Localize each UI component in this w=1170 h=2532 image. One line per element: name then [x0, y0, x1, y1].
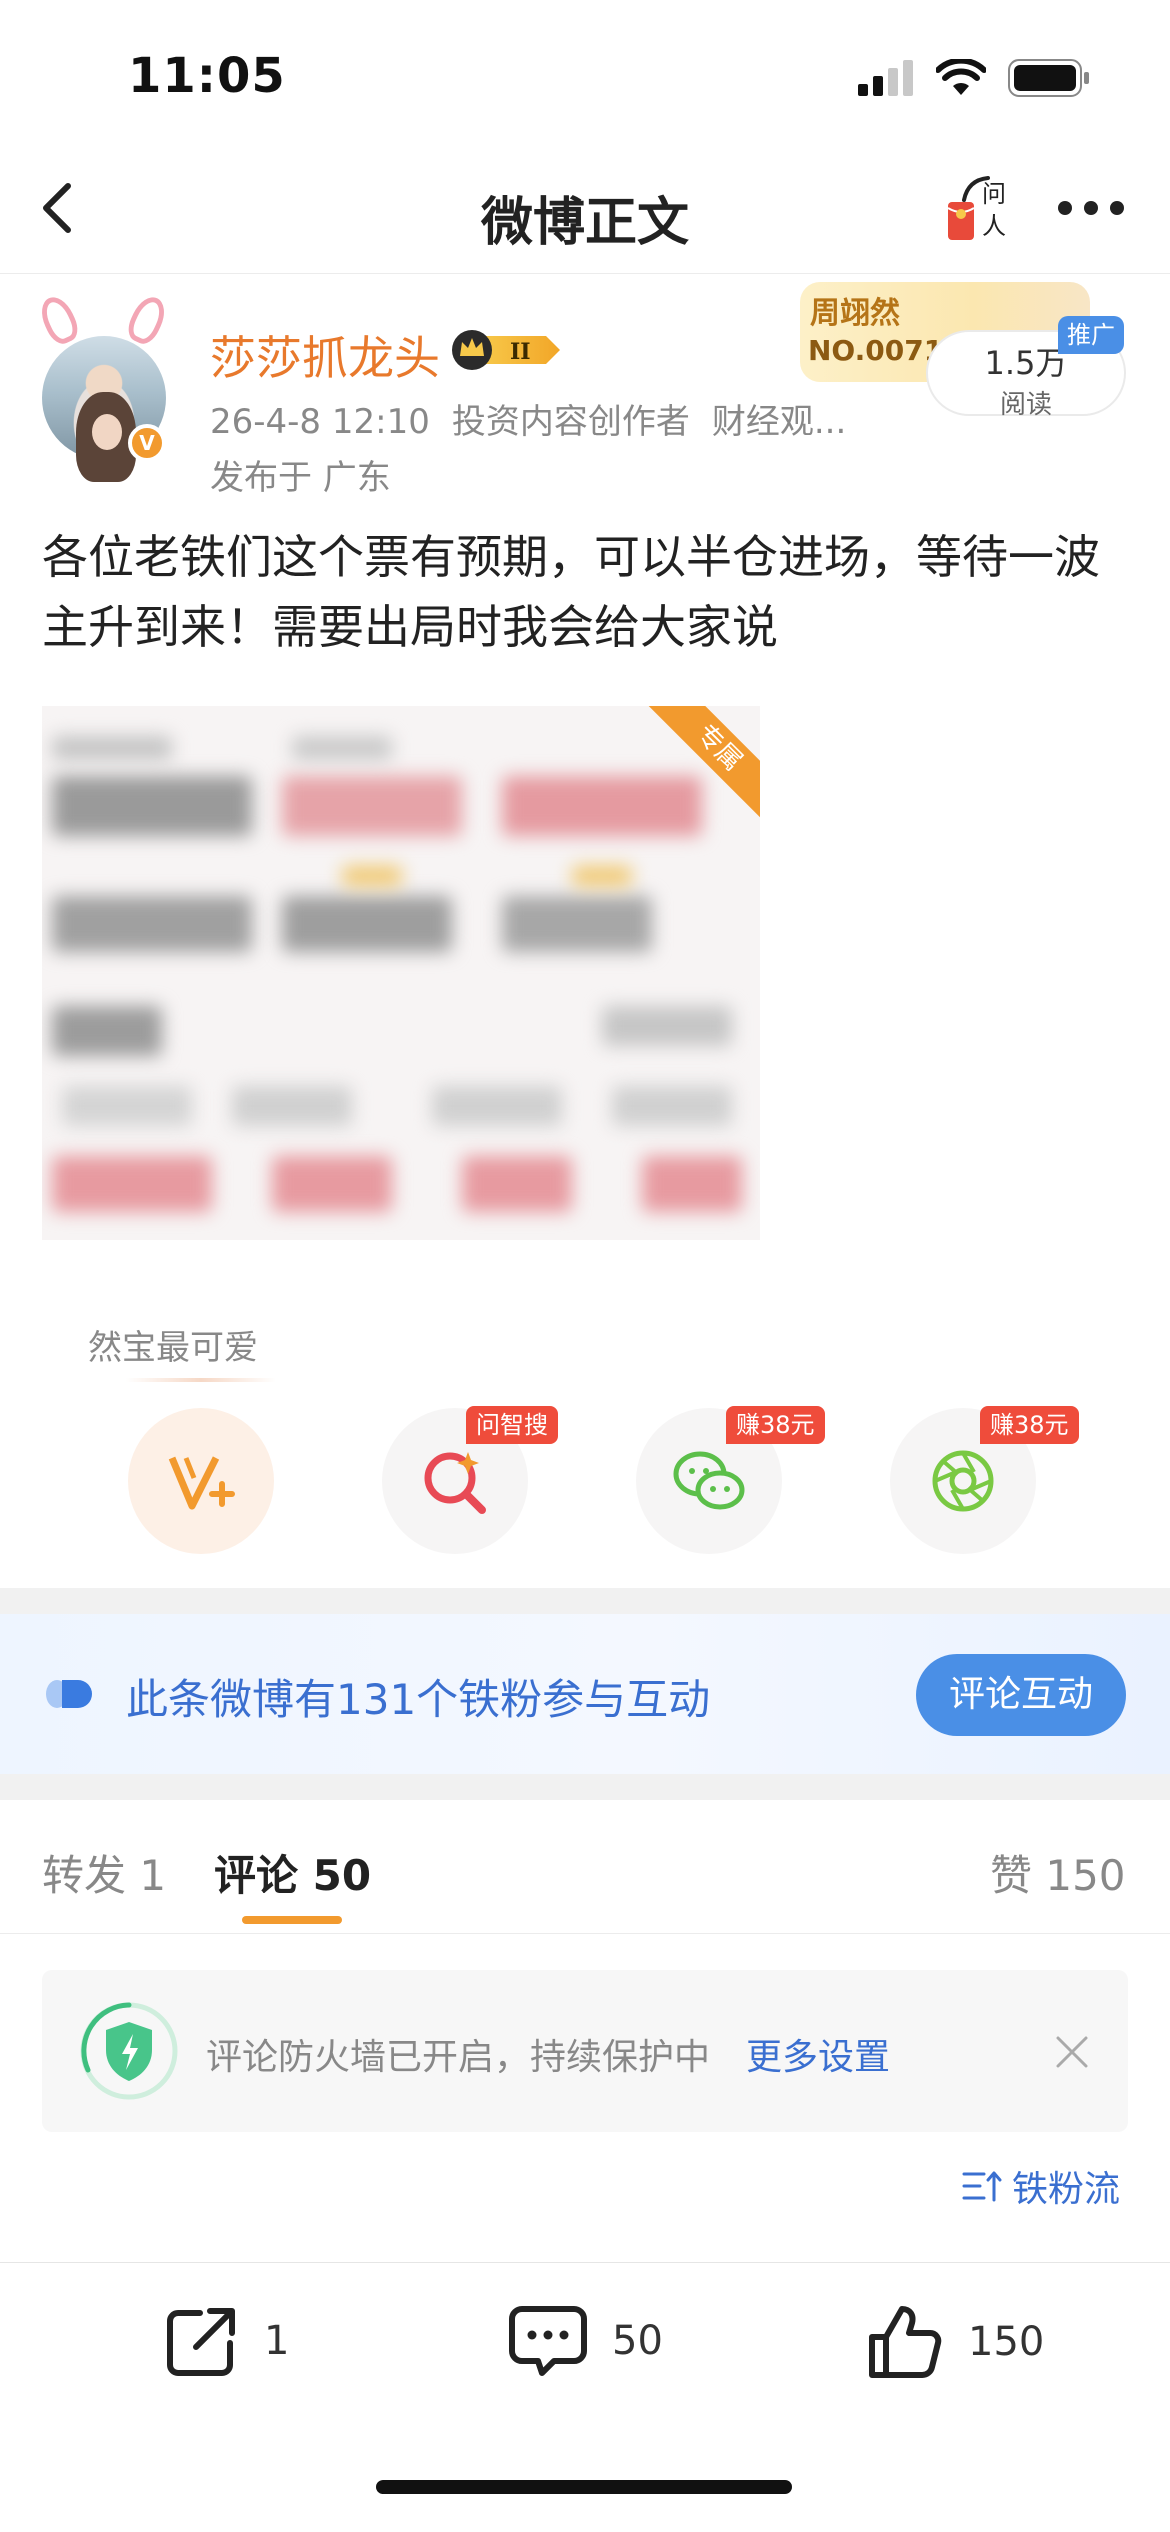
- post-location: 发布于 广东: [210, 458, 391, 498]
- tab-comments[interactable]: 评论 50: [214, 1842, 371, 1903]
- share-moments-button[interactable]: 赚38元: [890, 1406, 1079, 1554]
- home-indicator[interactable]: [376, 2480, 792, 2494]
- tab-repost[interactable]: 转发 1: [42, 1842, 166, 1903]
- ai-search-tag: 问智搜: [466, 1406, 558, 1444]
- comment-interact-button[interactable]: 评论互动: [916, 1654, 1126, 1736]
- username[interactable]: 莎莎抓龙头: [210, 322, 440, 388]
- svg-text:问: 问: [982, 180, 1006, 208]
- comment-icon: [509, 2306, 587, 2376]
- shield-icon: [80, 2002, 178, 2100]
- wifi-icon: [936, 59, 986, 95]
- verified-icon: V: [128, 424, 166, 462]
- moments-reward-tag: 赚38元: [980, 1406, 1079, 1444]
- moments-icon: [932, 1450, 994, 1512]
- read-label: 阅读: [999, 390, 1052, 420]
- share-wechat-button[interactable]: 赚38元: [636, 1406, 825, 1554]
- more-icon[interactable]: [1058, 196, 1124, 220]
- status-icons: [858, 58, 1090, 98]
- post-header: V 莎莎抓龙头 II 26-4-8 12:10 投资内容创作者 财经观... 发布于…: [0, 274, 1170, 498]
- post-meta: 26-4-8 12:10 投资内容创作者 财经观...: [210, 394, 868, 443]
- avatar[interactable]: V: [35, 291, 171, 482]
- like-icon: [869, 2306, 942, 2378]
- avatar-frame-ear-left: [35, 291, 83, 349]
- like-count: 150: [968, 2319, 1045, 2365]
- ask-person-icon[interactable]: 问 人: [944, 172, 1020, 248]
- post-image[interactable]: 专属: [42, 706, 760, 1240]
- status-bar: 11:05: [0, 0, 1170, 150]
- sort-toggle[interactable]: 铁粉流: [962, 2160, 1120, 2212]
- more-settings-link[interactable]: 更多设置: [746, 2028, 890, 2080]
- firewall-text: 评论防火墙已开启，持续保护中: [206, 2037, 711, 2078]
- ai-search-icon: [424, 1452, 486, 1514]
- level-crown-icon: II: [452, 330, 560, 370]
- tab-likes[interactable]: 赞 150: [990, 1842, 1126, 1903]
- comment-count: 50: [612, 2318, 663, 2364]
- post-time: 26-4-8 12:10: [210, 402, 430, 442]
- wechat-reward-tag: 赚38元: [726, 1406, 825, 1444]
- fan-card-name: 周翊然: [810, 296, 900, 331]
- comment-button[interactable]: 50: [508, 2303, 663, 2379]
- battery-icon: [1008, 59, 1089, 97]
- post-text: 各位老铁们这个票有预期，可以半仓进场，等待一波主升到来！需要出局时我会给大家说: [42, 530, 1100, 654]
- repost-count: 1: [264, 2318, 290, 2364]
- author-category: 财经观...: [711, 402, 847, 442]
- repost-icon: [167, 2308, 235, 2376]
- avatar-frame-ear-right: [123, 291, 171, 349]
- like-button[interactable]: 150: [866, 2303, 1044, 2381]
- share-ai-search-button[interactable]: 问智搜: [382, 1406, 558, 1554]
- fan-interaction-icon: [46, 1680, 92, 1708]
- share-row: 问智搜 赚38元 赚38元: [0, 1406, 1170, 1558]
- share-label: 然宝最可爱: [88, 1328, 258, 1368]
- promo-tag[interactable]: 推广: [1058, 316, 1124, 354]
- repost-button[interactable]: 1: [164, 2303, 289, 2379]
- svg-text:人: 人: [982, 212, 1006, 240]
- nav-bar: 微博正文 问 人: [0, 150, 1170, 274]
- level-badge-text: II: [510, 339, 531, 365]
- cellular-signal-icon: [858, 60, 913, 96]
- share-label-underline: [126, 1378, 276, 1382]
- sort-label: 铁粉流: [1012, 2169, 1121, 2210]
- section-divider: [0, 1774, 1170, 1800]
- share-vplus-button[interactable]: [128, 1408, 274, 1554]
- fan-interaction-banner[interactable]: 此条微博有131个铁粉参与互动 评论互动: [0, 1614, 1170, 1774]
- comment-firewall-notice: 评论防火墙已开启，持续保护中 更多设置: [42, 1970, 1128, 2132]
- section-divider: [0, 1588, 1170, 1614]
- wechat-icon: [673, 1451, 745, 1510]
- sort-icon: [962, 2171, 1002, 2202]
- status-time: 11:05: [128, 48, 286, 104]
- author-identity: 投资内容创作者: [451, 402, 690, 442]
- tab-active-indicator: [242, 1916, 342, 1924]
- engagement-tabs: 转发 1 评论 50 赞 150: [0, 1800, 1170, 1934]
- close-icon[interactable]: [1052, 2032, 1092, 2072]
- vplus-icon: [168, 1456, 235, 1510]
- fan-banner-text: 此条微博有131个铁粉参与互动: [126, 1675, 711, 1724]
